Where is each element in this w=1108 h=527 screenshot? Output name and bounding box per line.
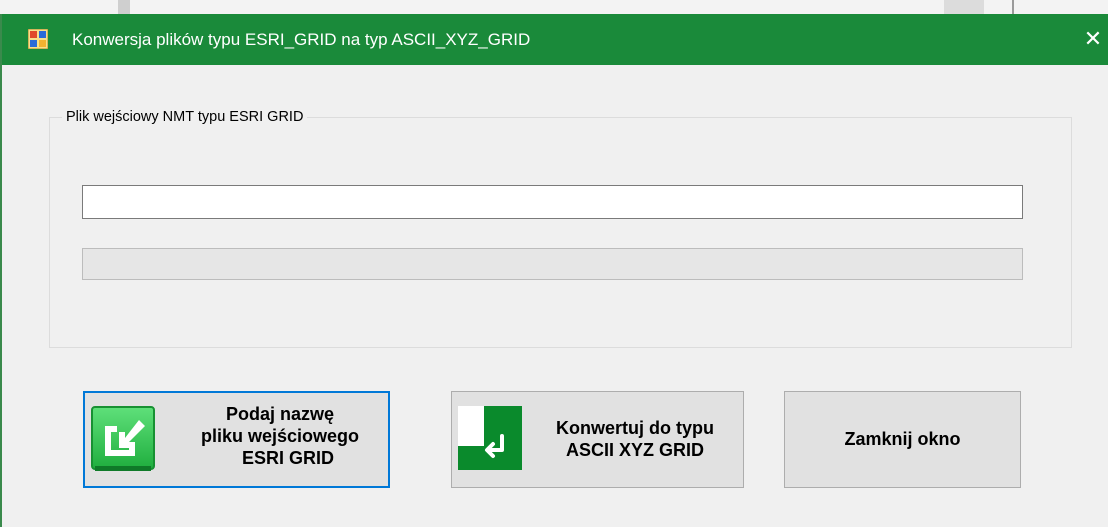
close-icon[interactable]: ✕ [1076,22,1108,56]
groupbox-legend: Plik wejściowy NMT typu ESRI GRID [62,108,308,126]
enter-arrow-icon [458,406,522,470]
window-title: Konwersja plików typu ESRI_GRID na typ A… [72,30,531,49]
background-window-strip [0,0,1108,14]
button-label-line: ESRI GRID [241,448,334,468]
title-bar[interactable]: Konwersja plików typu ESRI_GRID na typ A… [2,14,1108,65]
import-file-icon [91,406,155,471]
input-file-groupbox [49,117,1072,348]
button-label-line: pliku wejściowego [200,426,360,446]
dialog-window: Konwersja plików typu ESRI_GRID na typ A… [0,14,1108,527]
conversion-progress-bar [82,248,1023,280]
button-label-line: Konwertuj do typu [556,418,714,438]
button-label-line: Podaj nazwę [225,404,335,424]
background-detail [118,0,130,14]
background-detail [944,0,984,14]
convert-button-label: Konwertuj do typu ASCII XYZ GRID [530,417,740,461]
input-file-path-field[interactable] [82,185,1023,219]
close-window-button-label: Zamknij okno [844,429,961,449]
close-window-button[interactable]: Zamknij okno [784,391,1021,488]
select-input-file-button-label: Podaj nazwę pliku wejściowego ESRI GRID [171,403,389,469]
window-app-icon [28,29,48,49]
screen: Konwersja plików typu ESRI_GRID na typ A… [0,0,1108,527]
select-input-file-button[interactable]: Podaj nazwę pliku wejściowego ESRI GRID [83,391,390,488]
convert-button[interactable]: Konwertuj do typu ASCII XYZ GRID [451,391,744,488]
background-detail [1012,0,1014,14]
button-label-line: ASCII XYZ GRID [565,440,704,460]
